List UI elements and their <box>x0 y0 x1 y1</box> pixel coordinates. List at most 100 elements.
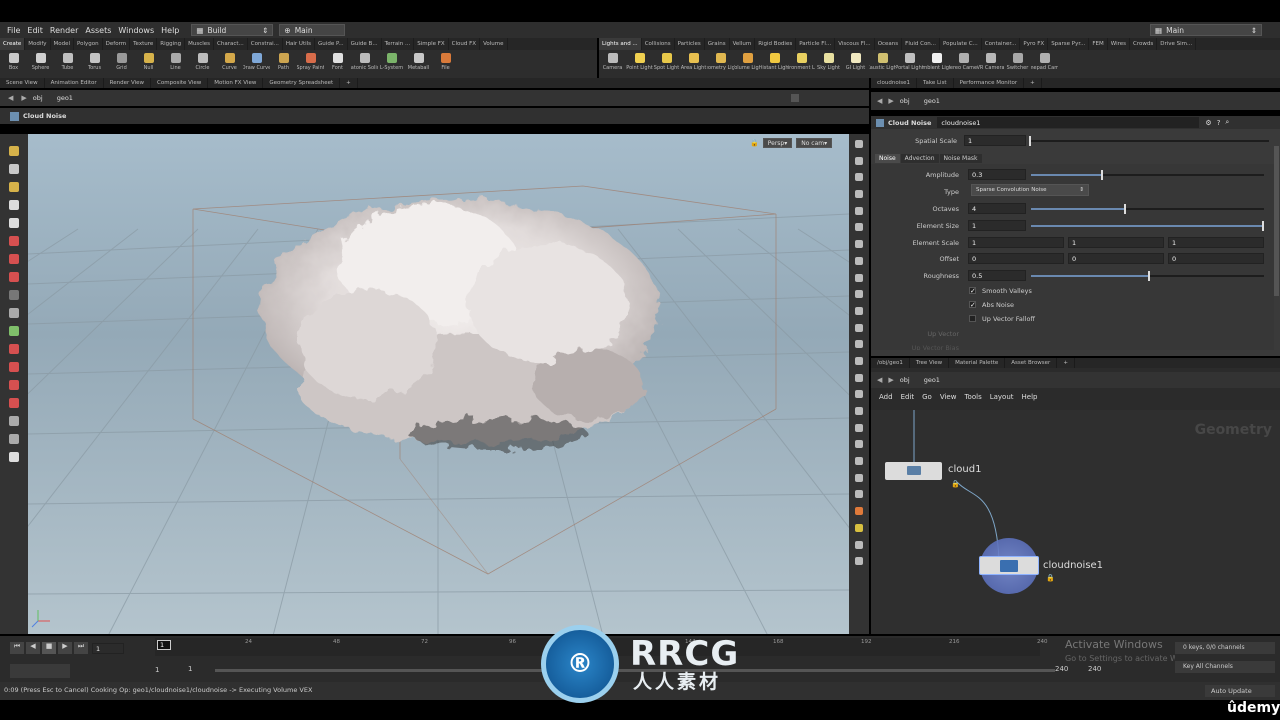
shelf-right-tab-14[interactable]: FEM <box>1089 38 1108 50</box>
display-option-icon-23[interactable] <box>855 523 863 532</box>
gear-icon[interactable]: ⚙ <box>1205 119 1211 127</box>
current-frame-field[interactable]: 1 <box>92 642 124 654</box>
offset-y[interactable]: 0 <box>1068 253 1164 264</box>
shelf-right-tab-5[interactable]: Rigid Bodies <box>755 38 797 50</box>
abs-noise-checkbox[interactable]: ✓ <box>969 301 976 309</box>
shelf-left-tab-6[interactable]: Rigging <box>157 38 186 50</box>
offset-z[interactable]: 0 <box>1168 253 1264 264</box>
back-icon[interactable]: ◀ <box>8 94 13 102</box>
shelf-left-tool-1[interactable]: Sphere <box>27 50 54 78</box>
search-icon[interactable]: ⌕ <box>1225 118 1229 127</box>
shelf-left-tab-8[interactable]: Charact... <box>214 38 248 50</box>
shelf-left-tab-2[interactable]: Model <box>51 38 75 50</box>
shelf-left-tab-3[interactable]: Polygon <box>74 38 103 50</box>
pane-tab-2[interactable]: Performance Monitor <box>954 78 1025 88</box>
shelf-left-tool-2[interactable]: Tube <box>54 50 81 78</box>
go-end-icon[interactable]: ⏭ <box>74 642 88 654</box>
back-icon[interactable]: ◀ <box>877 376 882 384</box>
tool-icon-10[interactable] <box>9 326 19 336</box>
timeline-tools[interactable] <box>10 664 70 678</box>
display-option-icon-15[interactable] <box>855 390 863 399</box>
shelf-right-tool-8[interactable]: Sky Light <box>815 50 842 78</box>
add-tab-icon[interactable]: + <box>340 78 358 88</box>
display-option-icon-21[interactable] <box>855 490 863 499</box>
display-option-icon-12[interactable] <box>855 340 863 349</box>
shelf-right-tab-9[interactable]: Fluid Con... <box>902 38 941 50</box>
pane-tab-1[interactable]: Animation Editor <box>45 78 104 88</box>
pane-tab-0[interactable]: Scene View <box>0 78 45 88</box>
display-option-icon-16[interactable] <box>855 407 863 415</box>
shelf-left-tab-5[interactable]: Texture <box>130 38 158 50</box>
shelf-left-tool-8[interactable]: Curve <box>216 50 243 78</box>
shelf-left-tool-4[interactable]: Grid <box>108 50 135 78</box>
shelf-right-tab-0[interactable]: Lights and ... <box>599 38 642 50</box>
network-menu-view[interactable]: View <box>940 393 957 401</box>
path-geo1[interactable]: geo1 <box>57 94 73 102</box>
element-size-slider[interactable] <box>1031 221 1264 231</box>
display-option-icon-25[interactable] <box>855 557 863 566</box>
shelf-right-tab-15[interactable]: Wires <box>1108 38 1131 50</box>
shelf-left-tool-14[interactable]: L-System <box>378 50 405 78</box>
display-option-icon-13[interactable] <box>855 356 863 365</box>
shelf-right-tab-17[interactable]: Drive Sim... <box>1157 38 1197 50</box>
tool-icon-14[interactable] <box>9 398 19 408</box>
camera-menu[interactable]: No cam ▾ <box>796 138 833 148</box>
shelf-left-tool-13[interactable]: Platonic Solids <box>351 50 378 78</box>
roughness-field[interactable]: 0.5 <box>968 270 1026 281</box>
play-icon[interactable]: ▶ <box>58 642 72 654</box>
shelf-right-tool-15[interactable]: Switcher <box>1004 50 1031 78</box>
add-tab-icon[interactable]: + <box>1057 358 1075 368</box>
shelf-right-tab-6[interactable]: Particle Fl... <box>796 38 836 50</box>
display-option-icon-1[interactable] <box>855 156 863 165</box>
shelf-left-tab-10[interactable]: Hair Utils <box>283 38 316 50</box>
menu-edit[interactable]: Edit <box>27 26 43 35</box>
shelf-left-tool-11[interactable]: Spray Paint <box>297 50 324 78</box>
add-tab-icon[interactable]: + <box>1024 78 1042 88</box>
pane-tab-2[interactable]: Material Palette <box>949 358 1006 368</box>
shelf-right-tool-3[interactable]: Area Light <box>680 50 707 78</box>
end-frame-2[interactable]: 240 <box>1085 665 1111 675</box>
element-scale-z[interactable]: 1 <box>1168 237 1264 248</box>
play-back-icon[interactable]: ◀ <box>26 642 40 654</box>
menu-assets[interactable]: Assets <box>85 26 111 35</box>
roughness-slider[interactable] <box>1031 271 1264 281</box>
shelf-right-tool-4[interactable]: Geometry Light <box>707 50 734 78</box>
shelf-left-tab-7[interactable]: Muscles <box>185 38 214 50</box>
display-option-icon-8[interactable] <box>855 273 863 282</box>
3d-viewport[interactable]: 🔒 Persp ▾ No cam ▾ <box>28 134 849 634</box>
pane-tab-2[interactable]: Render View <box>104 78 152 88</box>
shelf-right-tool-10[interactable]: Caustic Light <box>869 50 896 78</box>
shelf-right-tab-4[interactable]: Vellum <box>730 38 756 50</box>
shelf-right-tool-2[interactable]: Spot Light <box>653 50 680 78</box>
shelf-right-tool-11[interactable]: Portal Light <box>896 50 923 78</box>
amplitude-field[interactable]: 0.3 <box>968 169 1026 180</box>
shelf-right-tab-8[interactable]: Oceans <box>875 38 903 50</box>
shelf-right-tool-1[interactable]: Point Light <box>626 50 653 78</box>
tool-icon-11[interactable] <box>9 344 19 354</box>
shelf-left-tab-9[interactable]: Constrai... <box>248 38 283 50</box>
desktop-dropdown[interactable]: ▦ Build ⇕ <box>191 24 274 36</box>
tool-icon-0[interactable] <box>9 146 19 156</box>
element-scale-x[interactable]: 1 <box>968 237 1064 248</box>
shelf-right-tool-13[interactable]: Stereo Camera <box>950 50 977 78</box>
spatial-scale-field[interactable]: 1 <box>964 135 1026 146</box>
element-scale-y[interactable]: 1 <box>1068 237 1164 248</box>
shelf-left-tool-12[interactable]: Font <box>324 50 351 78</box>
up-vector-falloff-checkbox[interactable] <box>969 315 976 322</box>
param-scrollbar[interactable] <box>1274 146 1279 296</box>
shelf-right-tab-13[interactable]: Sparse Pyr... <box>1048 38 1090 50</box>
shelf-right-tool-0[interactable]: Camera <box>599 50 626 78</box>
network-menu-layout[interactable]: Layout <box>990 393 1014 401</box>
tab-advection[interactable]: Advection <box>900 153 939 163</box>
tool-icon-9[interactable] <box>9 308 19 318</box>
start-frame-2[interactable]: 1 <box>185 665 211 675</box>
display-option-icon-4[interactable] <box>855 206 863 215</box>
display-option-icon-24[interactable] <box>855 540 863 549</box>
shelf-right-tool-6[interactable]: Distant Light <box>761 50 788 78</box>
shelf-left-tab-12[interactable]: Guide B... <box>348 38 382 50</box>
menu-file[interactable]: File <box>7 26 20 35</box>
type-dropdown[interactable]: Sparse Convolution Noise ⇕ <box>971 184 1089 196</box>
tool-icon-15[interactable] <box>9 416 19 426</box>
shelf-left-tool-7[interactable]: Circle <box>189 50 216 78</box>
shelf-left-tool-16[interactable]: File <box>432 50 459 78</box>
